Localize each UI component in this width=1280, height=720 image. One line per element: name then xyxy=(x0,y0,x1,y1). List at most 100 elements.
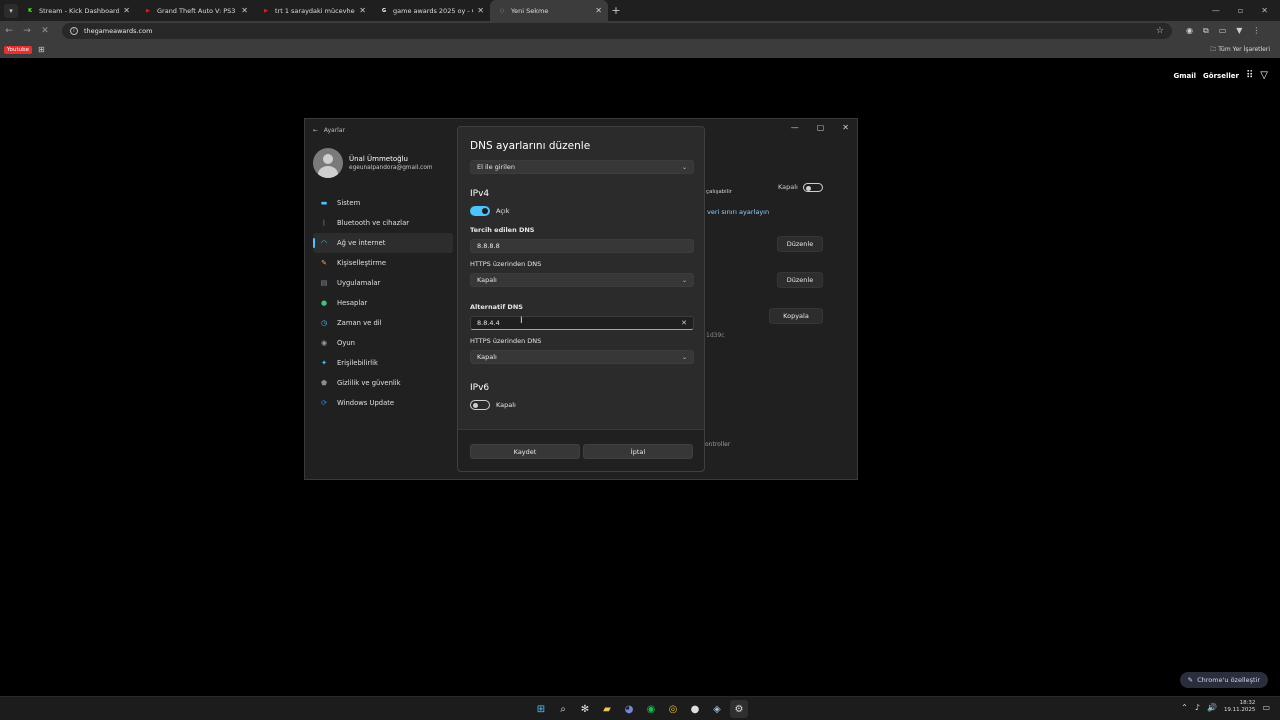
cancel-button[interactable]: İptal xyxy=(583,444,693,459)
https-dns-label-1: HTTPS üzerinden DNS xyxy=(470,260,542,268)
sidebar-item[interactable]: ◷ Zaman ve dil xyxy=(313,313,453,333)
address-bar[interactable]: i thegameawards.com ☆ xyxy=(62,23,1172,39)
sidebar-item[interactable]: ◠ Ağ ve internet xyxy=(313,233,453,253)
sidebar-item[interactable]: ▬ Sistem xyxy=(313,193,453,213)
close-tab-icon[interactable]: ✕ xyxy=(477,6,484,15)
menu-icon[interactable]: ⋮ xyxy=(1252,26,1260,36)
apps-grid-icon[interactable]: ⊞ xyxy=(38,45,45,54)
speaker-icon[interactable]: 🔊 xyxy=(1207,703,1217,712)
sidebar-item[interactable]: ⟳ Windows Update xyxy=(313,393,453,413)
sidebar-item[interactable]: ▤ Uygulamalar xyxy=(313,273,453,293)
close-tab-icon[interactable]: ✕ xyxy=(241,6,248,15)
settings-titlebar: ← Ayarlar xyxy=(313,127,345,134)
google-apps-icon[interactable]: ⠿ xyxy=(1246,70,1253,81)
tab-title: Stream - Kick Dashboard xyxy=(39,6,120,15)
user-profile[interactable]: Ünal Ümmetoğlu egeunalpandora@gmail.com xyxy=(313,148,433,178)
gamepad-icon: ◉ xyxy=(320,339,328,347)
forward-icon[interactable]: → xyxy=(18,26,36,36)
windows-start-icon[interactable]: ⊞ xyxy=(532,700,550,718)
ipv4-toggle-label: Açık xyxy=(496,207,510,215)
sidebar-item-label: Bluetooth ve cihazlar xyxy=(337,219,410,227)
site-info-icon[interactable]: i xyxy=(70,27,78,35)
user-email: egeunalpandora@gmail.com xyxy=(349,165,433,171)
back-arrow-icon[interactable]: ← xyxy=(313,127,318,134)
gmail-link[interactable]: Gmail xyxy=(1173,72,1196,80)
browser-tab[interactable]: ◌ Yeni Sekme ✕ xyxy=(490,0,608,21)
stop-loading-icon[interactable]: ✕ xyxy=(36,26,54,36)
metered-toggle[interactable] xyxy=(803,183,823,192)
sidebar-item-label: Uygulamalar xyxy=(337,279,381,287)
windows-taskbar: ⊞ ⌕ ✻ ▰ ◕ ◉ ◎ ● ◈ ⚙ ⌃ ♪ 🔊 18:32 19.11.2025 ▭ xyxy=(0,696,1280,720)
url-text: thegameawards.com xyxy=(84,27,153,35)
browser-tab[interactable]: ▶ Grand Theft Auto V: PS3 to PS4 ✕ xyxy=(136,0,254,21)
file-explorer-icon[interactable]: ▰ xyxy=(598,700,616,718)
minimize-icon[interactable]: — xyxy=(791,123,799,132)
dns-settings-dialog: DNS ayarlarını düzenle El ile girilen ⌄ … xyxy=(457,126,705,472)
tab-title: trt 1 saraydaki mücevher dizi izle xyxy=(275,6,356,15)
widgets-icon[interactable]: ✻ xyxy=(576,700,594,718)
close-tab-icon[interactable]: ✕ xyxy=(595,6,602,15)
all-bookmarks-folder[interactable]: 🗀 Tüm Yer İşaretleri xyxy=(1210,45,1270,55)
sidebar-item[interactable]: ✎ Kişiselleştirme xyxy=(313,253,453,273)
github-icon[interactable]: ● xyxy=(686,700,704,718)
sidebar-item[interactable]: ◉ Oyun xyxy=(313,333,453,353)
browser-tab[interactable]: ▶ trt 1 saraydaki mücevher dizi izle✕ xyxy=(254,0,372,21)
discord-icon[interactable]: ◕ xyxy=(620,700,638,718)
search-icon[interactable]: ⌕ xyxy=(554,700,572,718)
clock[interactable]: 18:32 19.11.2025 xyxy=(1224,700,1256,714)
images-link[interactable]: Görseller xyxy=(1203,72,1239,80)
sidebar-item[interactable]: ⬟ Gizlilik ve güvenlik xyxy=(313,373,453,393)
vpn-filter-icon[interactable]: ▽ xyxy=(1260,70,1268,81)
voice-icon[interactable]: ◉ xyxy=(1186,26,1193,36)
close-tab-icon[interactable]: ✕ xyxy=(359,6,366,15)
cast-icon[interactable]: ▭ xyxy=(1219,26,1227,36)
vpn-extension-icon[interactable]: ▼ xyxy=(1236,26,1242,36)
taskbar-apps: ⊞ ⌕ ✻ ▰ ◕ ◉ ◎ ● ◈ ⚙ xyxy=(532,700,748,718)
save-button[interactable]: Kaydet xyxy=(470,444,580,459)
close-icon[interactable]: ✕ xyxy=(1261,6,1268,15)
edit-button-2[interactable]: Düzenle xyxy=(777,272,823,288)
new-tab-button[interactable]: + xyxy=(608,4,624,17)
settings-icon[interactable]: ⚙ xyxy=(730,700,748,718)
chrome-icon[interactable]: ◎ xyxy=(664,700,682,718)
https-dns-select-1[interactable]: Kapalı ⌄ xyxy=(470,273,694,287)
maximize-icon[interactable]: ▢ xyxy=(817,123,825,132)
browser-tab[interactable]: Ggame awards 2025 oy - Google ✕ xyxy=(372,0,490,21)
copy-button[interactable]: Kopyala xyxy=(769,308,823,324)
steam-icon[interactable]: ◈ xyxy=(708,700,726,718)
dns-mode-select[interactable]: El ile girilen ⌄ xyxy=(470,160,694,174)
back-icon[interactable]: ← xyxy=(0,26,18,36)
clear-input-icon[interactable]: ✕ xyxy=(681,319,687,327)
https-dns-select-2[interactable]: Kapalı ⌄ xyxy=(470,350,694,364)
ipv6-toggle[interactable] xyxy=(470,400,490,410)
notifications-icon[interactable]: ▭ xyxy=(1262,703,1270,712)
microphone-icon[interactable]: ♪ xyxy=(1195,703,1200,712)
sidebar-item[interactable]: ᛒ Bluetooth ve cihazlar xyxy=(313,213,453,233)
data-limit-link[interactable]: veri sınırı ayarlayın xyxy=(707,208,769,216)
preferred-dns-input[interactable]: 8.8.8.8 xyxy=(470,239,694,253)
sidebar-item-label: Windows Update xyxy=(337,399,395,407)
alternate-dns-input[interactable]: 8.8.4.4 ✕ xyxy=(470,316,694,330)
sidebar-item[interactable]: ✦ Erişilebilirlik xyxy=(313,353,453,373)
bookmark-star-icon[interactable]: ☆ xyxy=(1156,26,1164,36)
youtube-icon: ▶ xyxy=(264,7,268,14)
maximize-icon[interactable]: ▫ xyxy=(1238,6,1243,15)
tab-search-button[interactable]: ▾ xyxy=(4,3,18,18)
ipv4-toggle[interactable] xyxy=(470,206,490,216)
avatar xyxy=(313,148,343,178)
extensions-icon[interactable]: ⧉ xyxy=(1203,26,1209,36)
minimize-icon[interactable]: — xyxy=(1212,6,1220,15)
bookmark-youtube[interactable]: Youtube xyxy=(4,45,32,54)
chevron-up-icon[interactable]: ⌃ xyxy=(1181,703,1188,712)
sidebar-item-label: Gizlilik ve güvenlik xyxy=(337,379,401,387)
edit-button-1[interactable]: Düzenle xyxy=(777,236,823,252)
spotify-icon[interactable]: ◉ xyxy=(642,700,660,718)
preferred-dns-label: Tercih edilen DNS xyxy=(470,226,535,234)
monitor-icon: ▬ xyxy=(320,199,328,207)
browser-tab[interactable]: K Stream - Kick Dashboard ✕ xyxy=(18,0,136,21)
close-icon[interactable]: ✕ xyxy=(842,123,849,132)
customize-chrome-button[interactable]: ✎ Chrome'u özelleştir xyxy=(1179,672,1268,688)
google-icon: G xyxy=(381,7,387,14)
sidebar-item[interactable]: ● Hesaplar xyxy=(313,293,453,313)
close-tab-icon[interactable]: ✕ xyxy=(123,6,130,15)
